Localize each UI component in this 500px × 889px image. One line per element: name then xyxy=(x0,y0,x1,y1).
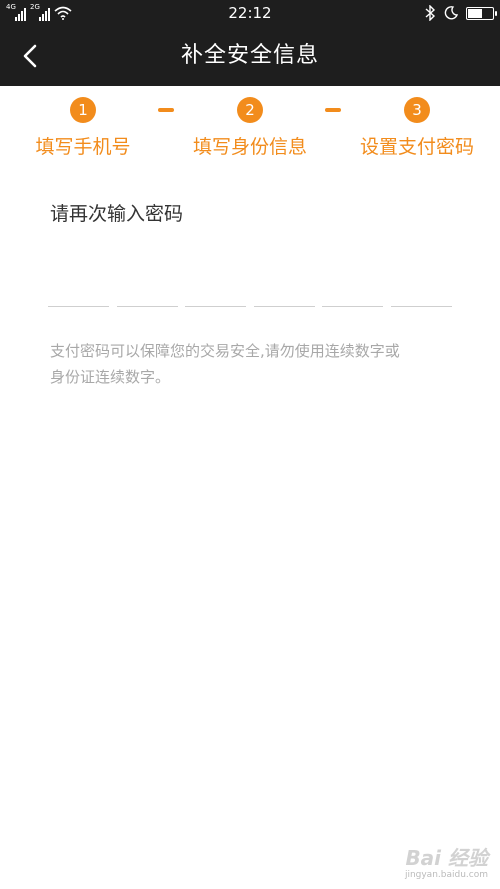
page-title: 补全安全信息 xyxy=(180,43,319,68)
step-3-badge: 3 xyxy=(404,97,430,123)
pin-slot[interactable] xyxy=(185,306,247,307)
step-2-badge: 2 xyxy=(237,97,263,123)
battery-icon xyxy=(466,6,497,20)
step-connector-1 xyxy=(158,108,174,112)
pin-slot[interactable] xyxy=(322,306,384,307)
watermark-brand: Bai 经验 xyxy=(405,846,488,870)
status-bar: 4G 2G 22:12 xyxy=(0,0,500,26)
step-1-badge: 1 xyxy=(70,97,96,123)
pin-slot[interactable] xyxy=(390,306,452,307)
step-connector-2 xyxy=(325,108,341,112)
pin-slot[interactable] xyxy=(253,306,315,307)
status-right xyxy=(424,4,497,22)
pin-input[interactable] xyxy=(48,306,452,308)
watermark: Bai 经验 jingyan.baidu.com xyxy=(405,846,488,881)
password-prompt: 请再次输入密码 xyxy=(50,203,184,225)
nav-bar: 补全安全信息 xyxy=(0,26,500,86)
security-hint: 支付密码可以保障您的交易安全,请勿使用连续数字或 身份证连续数字。 xyxy=(50,338,460,390)
step-indicator: 1 2 3 填写手机号 填写身份信息 设置支付密码 xyxy=(0,86,500,176)
bluetooth-icon xyxy=(425,5,436,21)
step-2-label: 填写身份信息 xyxy=(192,136,307,158)
hint-line-2: 身份证连续数字。 xyxy=(50,368,171,386)
watermark-url: jingyan.baidu.com xyxy=(404,870,488,880)
moon-icon xyxy=(444,6,458,20)
pin-slot[interactable] xyxy=(116,306,178,307)
step-1-label: 填写手机号 xyxy=(35,136,131,158)
hint-line-1: 支付密码可以保障您的交易安全,请勿使用连续数字或 xyxy=(50,342,400,360)
step-3-label: 设置支付密码 xyxy=(359,136,474,158)
pin-slot[interactable] xyxy=(48,306,109,307)
